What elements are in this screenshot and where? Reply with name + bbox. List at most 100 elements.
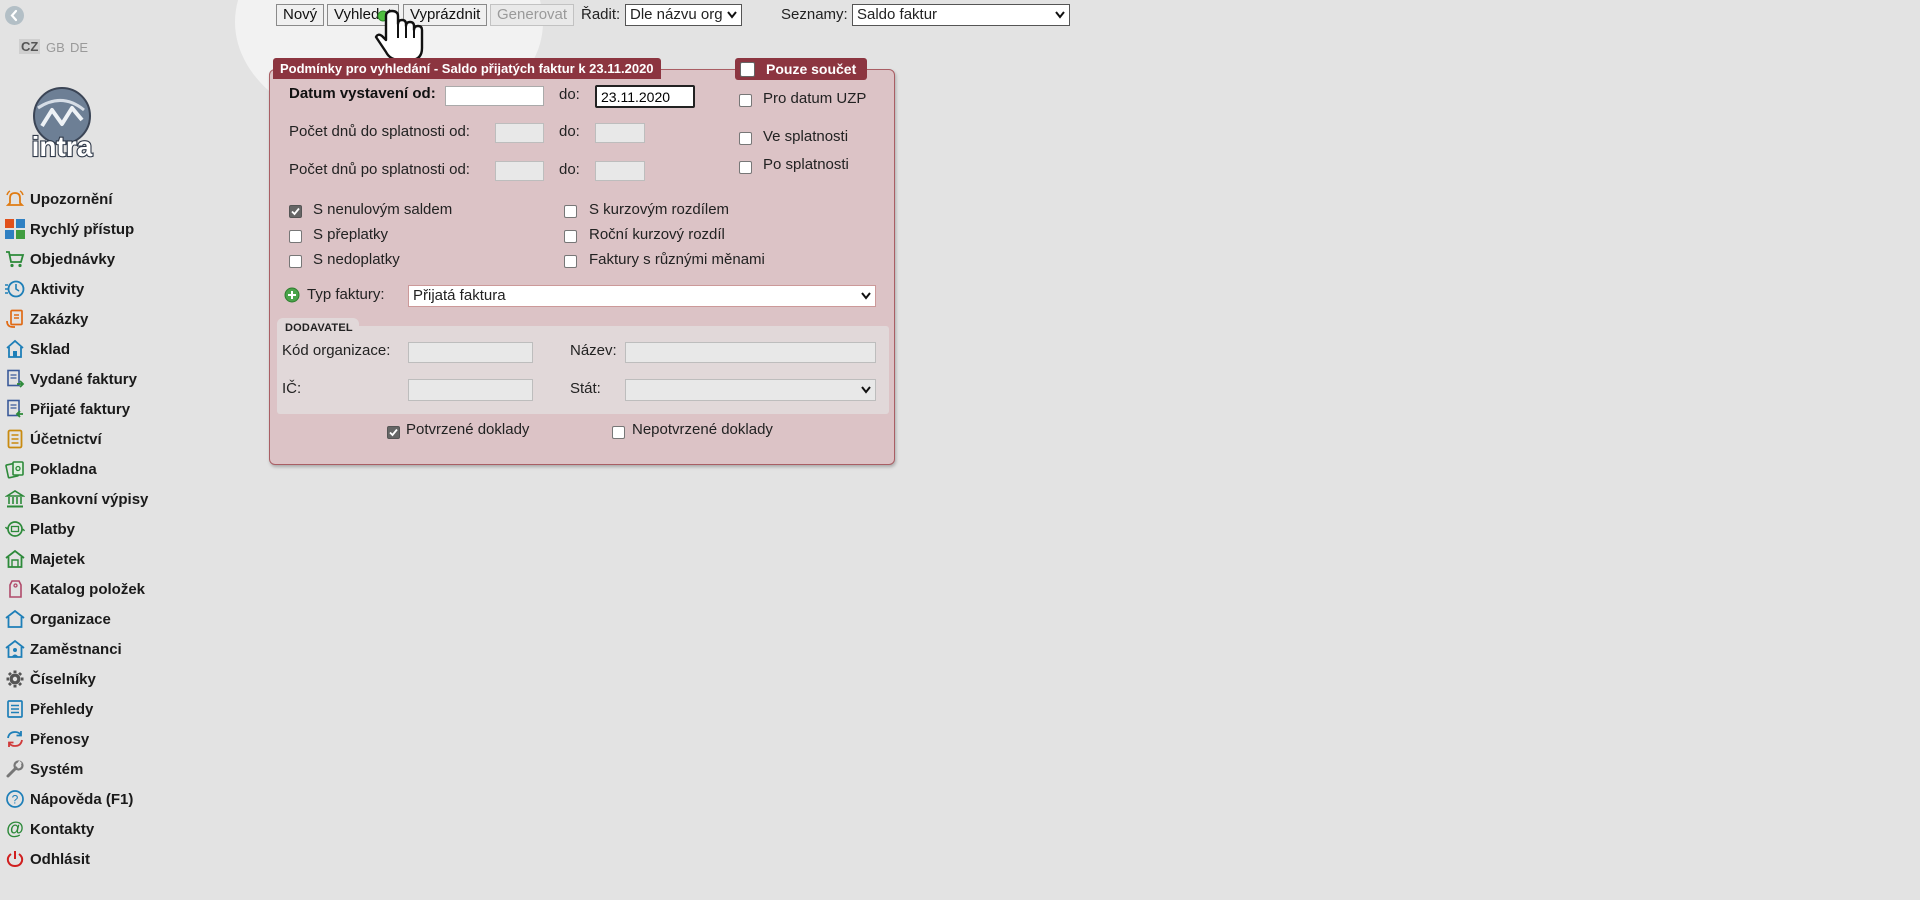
sort-label: Řadit: (581, 6, 621, 23)
after-due-label: Po splatnosti (763, 156, 849, 173)
name-label: Název: (570, 342, 617, 359)
invoice-type-label: Typ faktury: (307, 286, 385, 303)
menu-item-label: Zaměstnanci (30, 640, 122, 658)
zero-balance-label: S nenulovým saldem (313, 201, 453, 218)
menu-item-vydane-faktury[interactable]: Vydané faktury (4, 364, 244, 394)
menu-item-napoveda[interactable]: ? Nápověda (F1) (4, 784, 244, 814)
underpayments-checkbox[interactable] (289, 255, 302, 268)
menu-item-katalog-polozek[interactable]: Katalog položek (4, 574, 244, 604)
days-after-due-to-input[interactable] (595, 161, 645, 181)
overpayments-checkbox[interactable] (289, 230, 302, 243)
gear-icon (4, 668, 26, 690)
menu-item-label: Majetek (30, 550, 86, 568)
employees-icon (4, 638, 26, 660)
menu-item-aktivity[interactable]: Aktivity (4, 274, 244, 304)
org-code-label: Kód organizace: (282, 342, 391, 359)
multi-currency-checkbox[interactable] (564, 255, 577, 268)
clock-icon (4, 278, 26, 300)
invoice-out-icon (4, 368, 26, 390)
yearly-fx-checkbox[interactable] (564, 230, 577, 243)
language-cz[interactable]: CZ (19, 39, 41, 54)
confirmed-docs-checkbox[interactable] (387, 426, 400, 439)
overpayments-label: S přeplatky (313, 226, 389, 243)
menu-item-pokladna[interactable]: Pokladna (4, 454, 244, 484)
unconfirmed-docs-checkbox[interactable] (612, 426, 625, 439)
menu-item-organizace[interactable]: Organizace (4, 604, 244, 634)
days-to-due-to-input[interactable] (595, 123, 645, 143)
chevron-down-icon (861, 386, 871, 394)
date-from-input[interactable] (445, 86, 544, 106)
country-select[interactable] (625, 379, 876, 401)
menu-item-label: Kontakty (30, 820, 95, 838)
days-after-due-label: Počet dnů po splatnosti od: (289, 161, 470, 178)
chevron-down-icon (727, 11, 737, 19)
menu-item-platby[interactable]: Platby (4, 514, 244, 544)
org-code-input[interactable] (408, 342, 533, 363)
organization-icon (4, 608, 26, 630)
date-to-input[interactable] (595, 85, 695, 108)
name-input[interactable] (625, 342, 876, 363)
help-icon: ? (4, 788, 26, 810)
menu-item-upozorneni[interactable]: Upozornění (4, 184, 244, 214)
lists-select[interactable]: Saldo faktur (852, 4, 1070, 26)
sum-only-checkbox[interactable] (740, 62, 755, 77)
svg-text:@: @ (6, 819, 24, 839)
logo-text: intra (32, 131, 93, 162)
language-gb[interactable]: GB (46, 40, 65, 55)
menu-item-label: Systém (30, 760, 84, 778)
menu-item-ucetnictvi[interactable]: Účetnictví (4, 424, 244, 454)
tag-icon (4, 578, 26, 600)
menu-item-zamestnanci[interactable]: Zaměstnanci (4, 634, 244, 664)
sum-only-toggle[interactable]: Pouze součet (735, 58, 867, 80)
menu-item-ciselniky[interactable]: Číselníky (4, 664, 244, 694)
menu-item-prehledy[interactable]: Přehledy (4, 694, 244, 724)
menu-item-label: Přijaté faktury (30, 400, 131, 418)
generate-button[interactable]: Generovat (490, 4, 575, 26)
menu-item-label: Vydané faktury (30, 370, 137, 388)
sum-only-label: Pouze součet (766, 61, 857, 77)
menu-item-odhlasit[interactable]: Odhlásit (4, 844, 244, 874)
invoice-type-select[interactable]: Přijatá faktura (408, 285, 876, 307)
menu-item-kontakty[interactable]: @ Kontakty (4, 814, 244, 844)
menu-item-prijate-faktury[interactable]: Přijaté faktury (4, 394, 244, 424)
ic-input[interactable] (408, 379, 533, 401)
menu-item-label: Bankovní výpisy (30, 490, 149, 508)
new-button[interactable]: Nový (276, 4, 325, 26)
zero-balance-checkbox[interactable] (289, 205, 302, 218)
menu-item-bankovni-vypisy[interactable]: Bankovní výpisy (4, 484, 244, 514)
menu-item-label: Nápověda (F1) (30, 790, 134, 808)
language-de[interactable]: DE (70, 40, 88, 55)
ledger-icon (4, 428, 26, 450)
menu-item-prenosy[interactable]: Přenosy (4, 724, 244, 754)
menu-item-objednavky[interactable]: Objednávky (4, 244, 244, 274)
back-button[interactable] (5, 6, 24, 25)
menu-item-label: Sklad (30, 340, 71, 358)
cash-icon (4, 458, 26, 480)
menu-item-label: Platby (30, 520, 76, 538)
menu-item-sklad[interactable]: Sklad (4, 334, 244, 364)
menu-item-label: Přenosy (30, 730, 90, 748)
supplier-section-title: DODAVATEL (285, 322, 353, 334)
confirmed-docs-label: Potvrzené doklady (406, 421, 530, 438)
menu-item-label: Přehledy (30, 700, 94, 718)
menu-item-rychly-pristup[interactable]: Rychlý přístup (4, 214, 244, 244)
yearly-fx-label: Roční kurzový rozdíl (589, 226, 725, 243)
cart-icon (4, 248, 26, 270)
days-after-due-from-input[interactable] (495, 161, 544, 181)
chevron-down-icon (1055, 11, 1065, 19)
menu-item-majetek[interactable]: Majetek (4, 544, 244, 574)
sort-select[interactable]: Dle názvu org (625, 4, 742, 26)
after-due-checkbox[interactable] (739, 161, 752, 174)
bank-icon (4, 488, 26, 510)
invoice-type-value: Přijatá faktura (413, 287, 506, 304)
in-due-checkbox[interactable] (739, 132, 752, 145)
menu-item-zakazky[interactable]: Zakázky (4, 304, 244, 334)
fx-diff-checkbox[interactable] (564, 205, 577, 218)
menu-item-system[interactable]: Systém (4, 754, 244, 784)
bell-icon (4, 188, 26, 210)
wrench-icon (4, 758, 26, 780)
days-to-due-from-input[interactable] (495, 123, 544, 143)
add-icon[interactable] (284, 287, 300, 303)
checkmark-icon (291, 207, 300, 216)
for-date-uzp-checkbox[interactable] (739, 94, 752, 107)
